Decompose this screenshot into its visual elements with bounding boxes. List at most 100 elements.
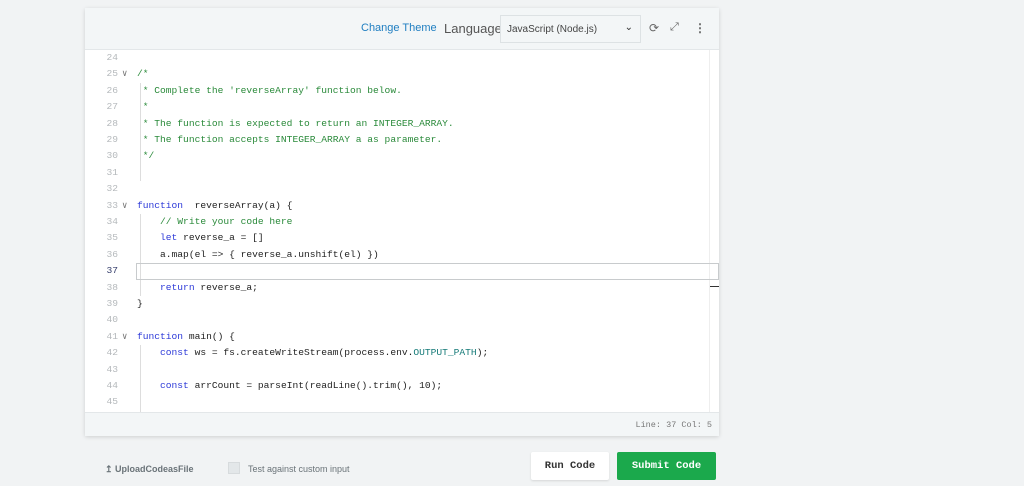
line-number: 35 [106, 232, 118, 244]
line-number: 31 [106, 166, 118, 178]
code-token: const [137, 347, 189, 359]
code-token: // Write your code here [137, 216, 293, 227]
line-number: 27 [106, 101, 118, 113]
code-token: /* [137, 68, 149, 80]
line-number: 43 [106, 363, 118, 375]
line-number: 24 [106, 52, 118, 63]
code-token: a.map(el => { reverse_a.unshift(el) }) [137, 248, 379, 260]
code-text: function reverseArray(a) { [137, 198, 292, 214]
fold-chevron-icon[interactable]: ∨ [122, 198, 127, 214]
custom-input-checkbox[interactable] [228, 462, 240, 474]
code-line: 45 [85, 394, 719, 410]
code-token: let [137, 232, 178, 244]
code-text: a.map(el => { reverse_a.unshift(el) }) [137, 247, 379, 263]
code-line: 39} [85, 296, 719, 312]
code-line: 33 ∨ function reverseArray(a) { [85, 198, 719, 214]
chevron-down-icon: ⌄ [624, 22, 633, 33]
code-line: 29 * The function accepts INTEGER_ARRAY … [85, 132, 719, 148]
restore-code-icon[interactable]: ⟳ [649, 21, 659, 35]
code-token: * [137, 101, 149, 113]
code-line: 42 const ws = fs.createWriteStream(proce… [85, 345, 719, 361]
language-value: JavaScript (Node.js) [507, 24, 598, 35]
line-number: 38 [106, 281, 118, 293]
code-text: const ws = fs.createWriteStream(process.… [137, 345, 488, 361]
more-options-icon[interactable]: ⋮ [694, 21, 706, 35]
custom-input-label[interactable]: Test against custom input [248, 464, 350, 474]
code-token: */ [137, 150, 155, 162]
upload-code-button[interactable]: ↥ UploadCodeasFile [105, 464, 194, 475]
line-number: 26 [106, 84, 118, 96]
code-token: reverse_a = [] [177, 232, 264, 244]
code-line: 44 const arrCount = parseInt(readLine().… [85, 378, 719, 394]
editor-toolbar: Change Theme Language JavaScript (Node.j… [85, 8, 719, 50]
line-number: 33 [106, 199, 118, 211]
code-line: 32 [85, 181, 719, 197]
code-line: 37 [85, 263, 719, 280]
fold-chevron-icon[interactable]: ∨ [122, 66, 127, 82]
code-token: reverseArray(a) { [183, 199, 293, 211]
code-text: * Complete the 'reverseArray' function b… [137, 83, 402, 99]
code-line: 25 ∨ /* [85, 66, 719, 82]
line-number: 40 [106, 314, 118, 326]
code-token: ws = fs.createWriteStream(process.env. [188, 347, 414, 359]
line-number: 28 [106, 117, 118, 129]
code-text: * The function accepts INTEGER_ARRAY a a… [137, 132, 442, 148]
line-number: 36 [106, 248, 118, 260]
code-area[interactable]: 24 25 ∨ /* 26 * Complete the 'reverseArray' … [85, 50, 719, 412]
code-line: 36 a.map(el => { reverse_a.unshift(el) }… [85, 247, 719, 263]
upload-label: UploadCodeasFile [115, 464, 194, 474]
change-theme-link[interactable]: Change Theme [361, 22, 437, 34]
code-text: */ [137, 148, 155, 164]
line-number: 42 [106, 347, 118, 359]
line-number: 41 [106, 330, 118, 342]
code-token: function [137, 199, 184, 211]
code-token: return [137, 281, 195, 293]
code-line: 27 * [85, 99, 719, 115]
active-line-highlight [136, 263, 719, 280]
code-text: const arrCount = parseInt(readLine().tri… [137, 378, 442, 394]
line-number: 45 [106, 396, 118, 408]
code-token: * Complete the 'reverseArray' function b… [137, 84, 402, 96]
code-line: 34 // Write your code here [85, 214, 719, 230]
code-token: main() { [183, 330, 235, 342]
fold-chevron-icon[interactable]: ∨ [122, 329, 127, 345]
line-number: 37 [106, 265, 118, 277]
line-number: 39 [106, 298, 118, 309]
line-number: 29 [106, 134, 118, 145]
code-token: OUTPUT_PATH [413, 347, 477, 359]
code-token: const [137, 380, 189, 391]
code-token: * The function accepts INTEGER_ARRAY a a… [137, 134, 443, 145]
fullscreen-icon[interactable]: ⤢ [670, 21, 679, 34]
code-token: } [137, 298, 143, 309]
run-code-button[interactable]: Run Code [531, 452, 609, 480]
code-text: let reverse_a = [] [137, 230, 264, 246]
code-line: 26 * Complete the 'reverseArray' functio… [85, 83, 719, 99]
line-number: 32 [106, 183, 118, 195]
line-number: 34 [106, 216, 118, 227]
code-editor-panel: Change Theme Language JavaScript (Node.j… [85, 8, 719, 436]
code-token: function [137, 330, 184, 342]
code-token: arrCount = parseInt(readLine().trim(), 1… [188, 380, 443, 391]
code-text: } [137, 296, 143, 312]
cursor-position-status: Line: 37 Col: 5 [85, 412, 719, 436]
submit-code-button[interactable]: Submit Code [617, 452, 716, 480]
code-line: 43 [85, 362, 719, 378]
line-number: 25 [106, 68, 118, 80]
code-text: function main() { [137, 329, 235, 345]
language-label: Language [444, 21, 502, 36]
code-line: 24 [85, 50, 719, 66]
code-token: * The function is expected to return an … [137, 117, 454, 129]
code-line: 31 [85, 165, 719, 181]
code-line: 41 ∨ function main() { [85, 329, 719, 345]
code-text: return reverse_a; [137, 280, 258, 296]
language-select[interactable]: JavaScript (Node.js) ⌄ [500, 15, 641, 43]
code-text: * [137, 99, 149, 115]
code-text: // Write your code here [137, 214, 292, 230]
code-text: * The function is expected to return an … [137, 116, 454, 132]
line-number: 44 [106, 380, 118, 391]
code-line: 38 return reverse_a; [85, 280, 719, 296]
line-number: 30 [106, 150, 118, 162]
code-text: /* [137, 66, 149, 82]
code-line: 35 let reverse_a = [] [85, 230, 719, 246]
upload-icon: ↥ [105, 464, 116, 474]
